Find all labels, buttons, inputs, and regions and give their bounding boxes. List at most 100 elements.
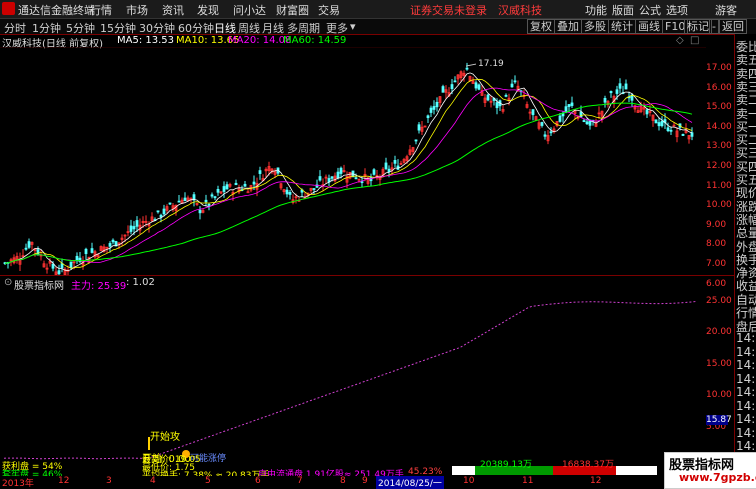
candle-body (543, 134, 547, 137)
window-icon[interactable]: □ (690, 35, 699, 46)
minimize-button[interactable]: - (709, 19, 719, 34)
indicator-chart[interactable] (0, 289, 706, 475)
indicator-tick-label: 25.00 (706, 295, 732, 306)
candle-body (207, 204, 211, 206)
candle-body (504, 94, 508, 97)
candle-body (474, 82, 478, 89)
menu-quotes[interactable]: 行情 (90, 2, 112, 18)
stock-name: 汉威科技 (498, 4, 542, 17)
draw-button[interactable]: 画线 (635, 19, 663, 34)
candle-body (51, 263, 55, 269)
candle-body (129, 225, 133, 232)
ma10-line (4, 78, 693, 269)
menu-layout[interactable]: 版面 (612, 2, 634, 18)
menu-ask[interactable]: 问小达 (233, 2, 266, 18)
menu-functions[interactable]: 功能 (585, 2, 607, 18)
current-indicator-value: 15.87 (706, 415, 732, 425)
overlay-button[interactable]: 叠加 (554, 19, 582, 34)
buy-sell-bar: 20389.13万 16838.37万 (452, 460, 657, 475)
candle-body (336, 171, 340, 179)
candle-body (624, 83, 628, 90)
stats-button[interactable]: 统计 (608, 19, 636, 34)
candle-body (84, 248, 88, 255)
ma5-value: MA5: 13.53 (117, 35, 175, 46)
candle-body (288, 191, 292, 195)
menubar: 通达信金融终端 行情 市场 资讯 发现 问小达 财富圈 交易 证券交易未登录 汉… (0, 0, 756, 19)
candle-body (510, 83, 514, 88)
date-label: 3 (106, 476, 112, 486)
candle-body (429, 107, 433, 113)
multi-stock-button[interactable]: 多股 (581, 19, 609, 34)
indicator-tick-label: 10.00 (706, 390, 732, 400)
candle-body (213, 196, 217, 199)
sidebar-item: 14:56 (736, 344, 756, 359)
candle-body (198, 209, 202, 214)
app-logo-icon (2, 2, 15, 15)
candle-body (549, 131, 553, 134)
indicator-icon[interactable]: ⊙ (4, 277, 12, 288)
candle-body (159, 214, 163, 218)
adjust-button[interactable]: 复权 (527, 19, 555, 34)
login-warning[interactable]: 证券交易未登录 (410, 2, 487, 18)
ma5-line (4, 72, 693, 272)
candle-body (558, 115, 562, 122)
ma20-value: MA20: 14.08 (228, 35, 292, 46)
menu-news[interactable]: 资讯 (162, 2, 184, 18)
candle-body (243, 183, 247, 187)
expand-icon[interactable]: ◇ (676, 35, 684, 46)
mark-button[interactable]: 标记 (684, 19, 712, 34)
candle-body (432, 106, 436, 110)
candle-body (384, 162, 388, 170)
date-label: 2013年 (2, 479, 34, 489)
date-label: 9 (362, 476, 368, 486)
start-marker (148, 437, 150, 450)
chevron-down-icon[interactable]: ▾ (350, 20, 356, 33)
candle-body (582, 120, 586, 122)
candle-body (618, 83, 622, 89)
date-label: 5 (205, 476, 211, 486)
candle-body (669, 129, 673, 132)
main-force-line (3, 301, 697, 460)
candle-body (111, 239, 115, 243)
candle-body (183, 197, 187, 202)
menu-market[interactable]: 市场 (126, 2, 148, 18)
candle-body (417, 124, 421, 131)
price-tick-label: 6.00 (706, 278, 727, 289)
price-tick-label: 13.00 (706, 141, 732, 152)
back-button[interactable]: 返回 (719, 19, 747, 34)
candle-body (330, 176, 334, 179)
menu-formula[interactable]: 公式 (639, 2, 661, 18)
candle-body (318, 176, 322, 181)
candle-body (654, 119, 658, 124)
price-tick-label: 12.00 (706, 161, 732, 171)
candle-body (513, 80, 517, 83)
price-tick-label: 7.00 (706, 259, 727, 269)
candle-body (57, 270, 61, 275)
candle-body (372, 169, 376, 175)
sidebar-item: 14:56 (736, 385, 756, 400)
sidebar-item: 14:56 (736, 425, 756, 440)
candlestick-chart[interactable]: 17.196.05 (0, 47, 706, 275)
sell-volume: 16838.37万 (562, 460, 614, 470)
price-tick-label: 16.00 (706, 82, 732, 93)
quote-sidebar: 委比 卖五 卖四 卖三 卖二 卖一 买一 买二 买三 买四 买五 现价 涨跌 涨幅 总量 外盘 换手 净资 收益 自动… (734, 34, 756, 487)
candle-body (360, 181, 364, 184)
menu-wealth[interactable]: 财富圈 (276, 2, 309, 18)
candle-body (441, 86, 445, 93)
candle-body (585, 121, 589, 125)
ma60-value: MA60: 14.59 (283, 35, 347, 46)
candle-body (24, 247, 28, 250)
candle-body (69, 261, 73, 268)
menu-options[interactable]: 选项 (666, 2, 688, 18)
date-label: 12 (590, 476, 602, 486)
candle-body (435, 101, 439, 108)
indicator-tick-label: 20.00 (706, 327, 732, 337)
candle-body (609, 91, 613, 94)
price-tick-label: 17.00 (706, 63, 732, 73)
app-title: 通达信金融终端 (18, 4, 95, 17)
guest-label[interactable]: 游客 (715, 2, 737, 18)
menu-discover[interactable]: 发现 (197, 2, 219, 18)
ma60-line (4, 102, 693, 264)
sidebar-item: 14:56 (736, 398, 756, 413)
menu-trade[interactable]: 交易 (318, 2, 340, 18)
